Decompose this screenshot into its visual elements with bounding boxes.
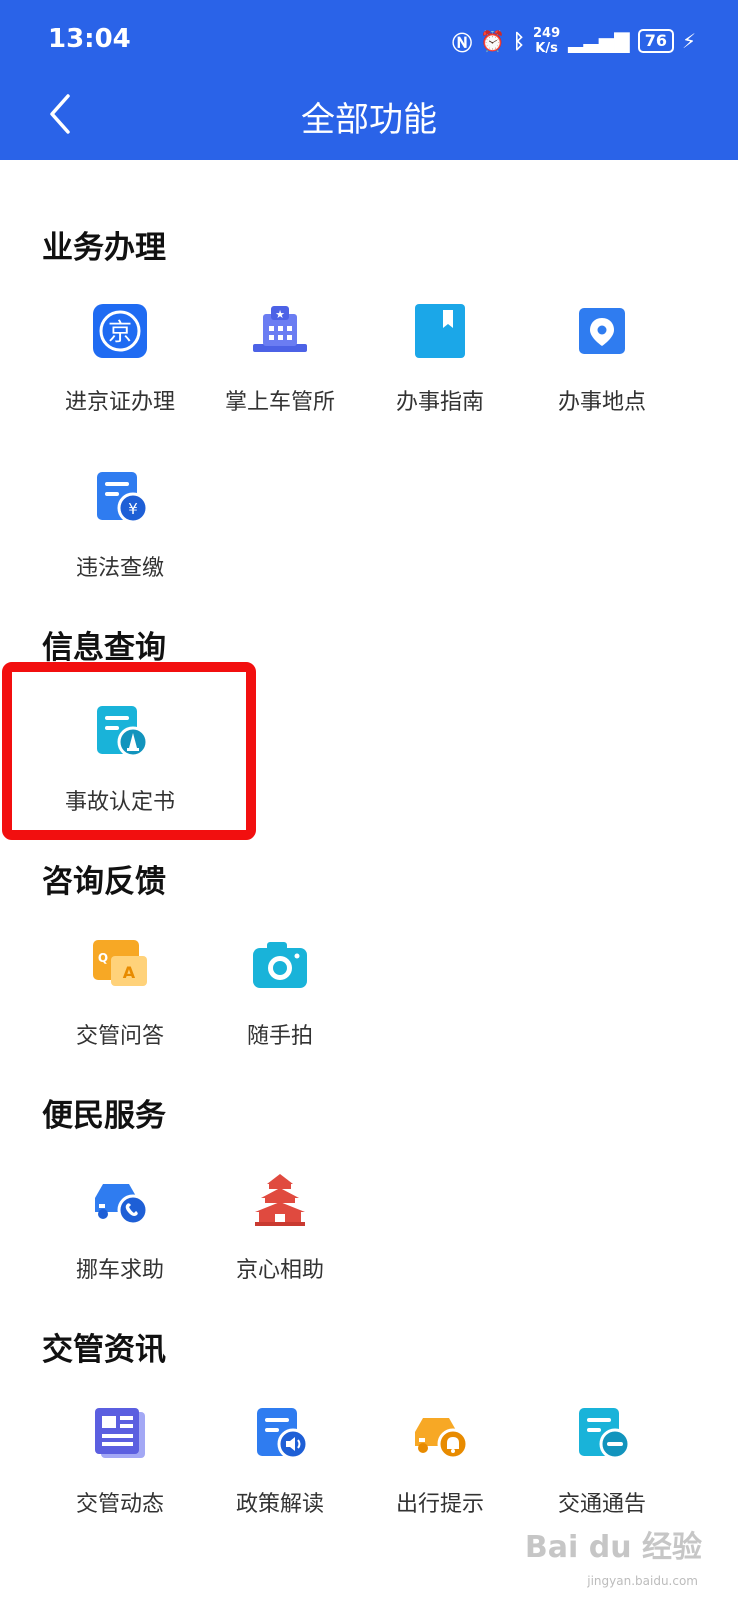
item-label: 随手拍	[246, 1024, 313, 1049]
nfc-icon: Ⓝ	[452, 30, 473, 55]
item-label: 政策解读	[235, 1492, 324, 1517]
notice-minus-icon	[579, 1408, 631, 1460]
svg-text:A: A	[123, 963, 136, 982]
news-icon	[95, 1408, 145, 1458]
item-label: 京心相助	[235, 1258, 324, 1283]
network-speed: 249 K/s	[533, 26, 561, 56]
item-jingzheng[interactable]: 京 进京证办理	[38, 300, 202, 416]
battery-level: 76	[637, 29, 674, 53]
status-time: 13:04	[48, 24, 131, 54]
item-vehicle-office[interactable]: ★ 掌上车管所	[198, 300, 362, 416]
top-bar: 13:04 Ⓝ ⏰ ᛒ 249 K/s ▂▃▅▇ 76 ⚡ 全部功能	[0, 0, 738, 160]
item-label: 办事指南	[395, 390, 484, 415]
item-label: 办事地点	[557, 390, 646, 415]
building-icon: ★	[253, 306, 307, 352]
watermark: Bai du 经验	[524, 1530, 702, 1565]
car-bell-icon	[415, 1418, 469, 1460]
section-title-convenience: 便民服务	[42, 1098, 166, 1134]
fine-payment-icon: ¥	[97, 472, 149, 524]
watermark-url: jingyan.baidu.com	[587, 1574, 698, 1588]
item-policy[interactable]: 政策解读	[198, 1402, 362, 1518]
charging-icon: ⚡	[681, 29, 696, 53]
section-title-business: 业务办理	[42, 230, 166, 266]
temple-icon	[255, 1174, 305, 1226]
item-snapshot[interactable]: 随手拍	[198, 934, 362, 1050]
item-qa[interactable]: A Q 交管问答	[38, 934, 202, 1050]
item-label: 违法查缴	[75, 556, 164, 581]
item-move-car[interactable]: 挪车求助	[38, 1168, 202, 1284]
svg-text:京: 京	[108, 318, 132, 346]
location-pin-icon	[579, 308, 625, 354]
bookmark-book-icon	[415, 304, 465, 358]
highlight-box	[2, 662, 256, 840]
svg-text:★: ★	[275, 308, 285, 321]
signal-icon: ▂▃▅▇	[568, 29, 630, 53]
item-label: 交管动态	[75, 1492, 164, 1517]
item-violation[interactable]: ¥ 违法查缴	[38, 466, 202, 582]
item-label: 挪车求助	[75, 1258, 164, 1283]
item-travel-tips[interactable]: 出行提示	[358, 1402, 522, 1518]
section-title-query: 信息查询	[42, 630, 166, 666]
item-label: 交通通告	[557, 1492, 646, 1517]
policy-audio-icon	[257, 1408, 309, 1460]
item-news[interactable]: 交管动态	[38, 1402, 202, 1518]
svg-text:¥: ¥	[128, 500, 138, 518]
section-title-news: 交管资讯	[42, 1332, 166, 1368]
qa-chat-icon: A Q	[93, 940, 147, 986]
item-guide[interactable]: 办事指南	[358, 300, 522, 416]
camera-icon	[253, 942, 307, 988]
alarm-icon: ⏰	[480, 29, 506, 53]
section-title-feedback: 咨询反馈	[42, 864, 166, 900]
item-label: 交管问答	[75, 1024, 164, 1049]
car-phone-icon	[95, 1184, 149, 1226]
svg-text:Q: Q	[98, 951, 108, 965]
item-label: 出行提示	[395, 1492, 484, 1517]
status-icons: Ⓝ ⏰ ᛒ 249 K/s ▂▃▅▇ 76 ⚡	[452, 26, 696, 56]
item-label: 进京证办理	[64, 390, 175, 415]
item-traffic-notice[interactable]: 交通通告	[520, 1402, 684, 1518]
item-label: 掌上车管所	[224, 390, 335, 415]
item-jingxin[interactable]: 京心相助	[198, 1168, 362, 1284]
jing-badge-icon: 京	[93, 304, 147, 358]
item-location[interactable]: 办事地点	[520, 300, 684, 416]
bluetooth-icon: ᛒ	[513, 29, 526, 53]
page-title: 全部功能	[301, 100, 437, 140]
